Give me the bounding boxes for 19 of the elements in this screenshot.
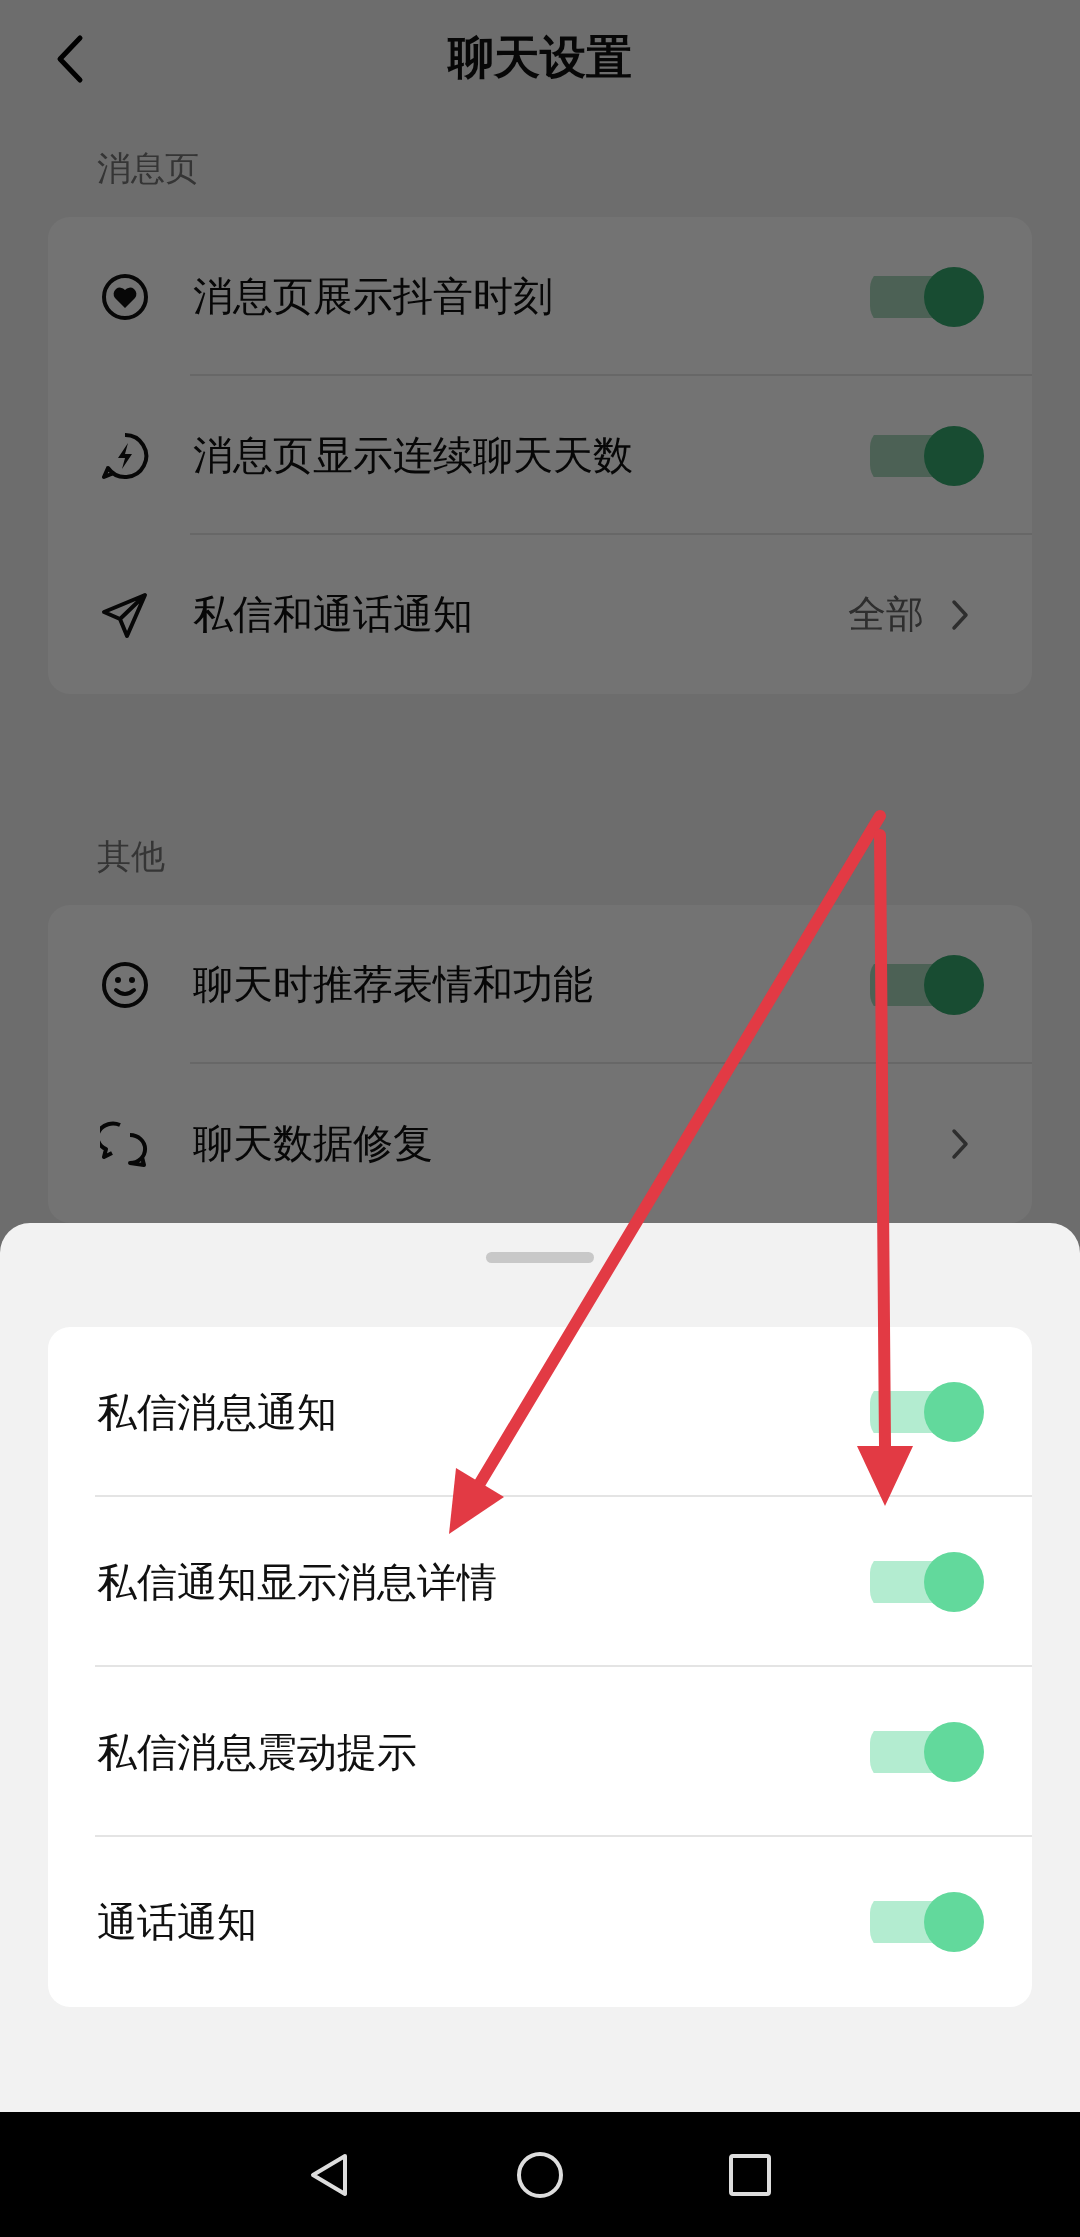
home-icon[interactable]	[515, 2149, 565, 2200]
setting-label: 私信通知显示消息详情	[97, 1557, 498, 1607]
lightning-icon	[100, 430, 150, 481]
chevron-icon[interactable]	[950, 1126, 970, 1161]
section-label: 消息页	[97, 147, 200, 190]
page-title: 聊天设置	[448, 28, 632, 86]
setting-label: 私信消息通知	[97, 1387, 338, 1437]
setting-label: 消息页展示抖音时刻	[193, 272, 554, 321]
section-label: 其他	[97, 835, 166, 878]
drag-handle[interactable]	[486, 1252, 594, 1263]
setting-label: 聊天时推荐表情和功能	[193, 960, 594, 1009]
chevron-icon[interactable]	[950, 597, 970, 632]
setting-label: 私信消息震动提示	[97, 1727, 418, 1777]
smiley-icon	[100, 959, 150, 1010]
setting-label: 聊天数据修复	[193, 1119, 434, 1168]
setting-label: 私信和通话通知	[193, 590, 474, 639]
setting-value: 全部	[848, 591, 924, 638]
setting-label: 消息页显示连续聊天天数	[193, 431, 634, 480]
setting-label: 通话通知	[97, 1897, 258, 1947]
